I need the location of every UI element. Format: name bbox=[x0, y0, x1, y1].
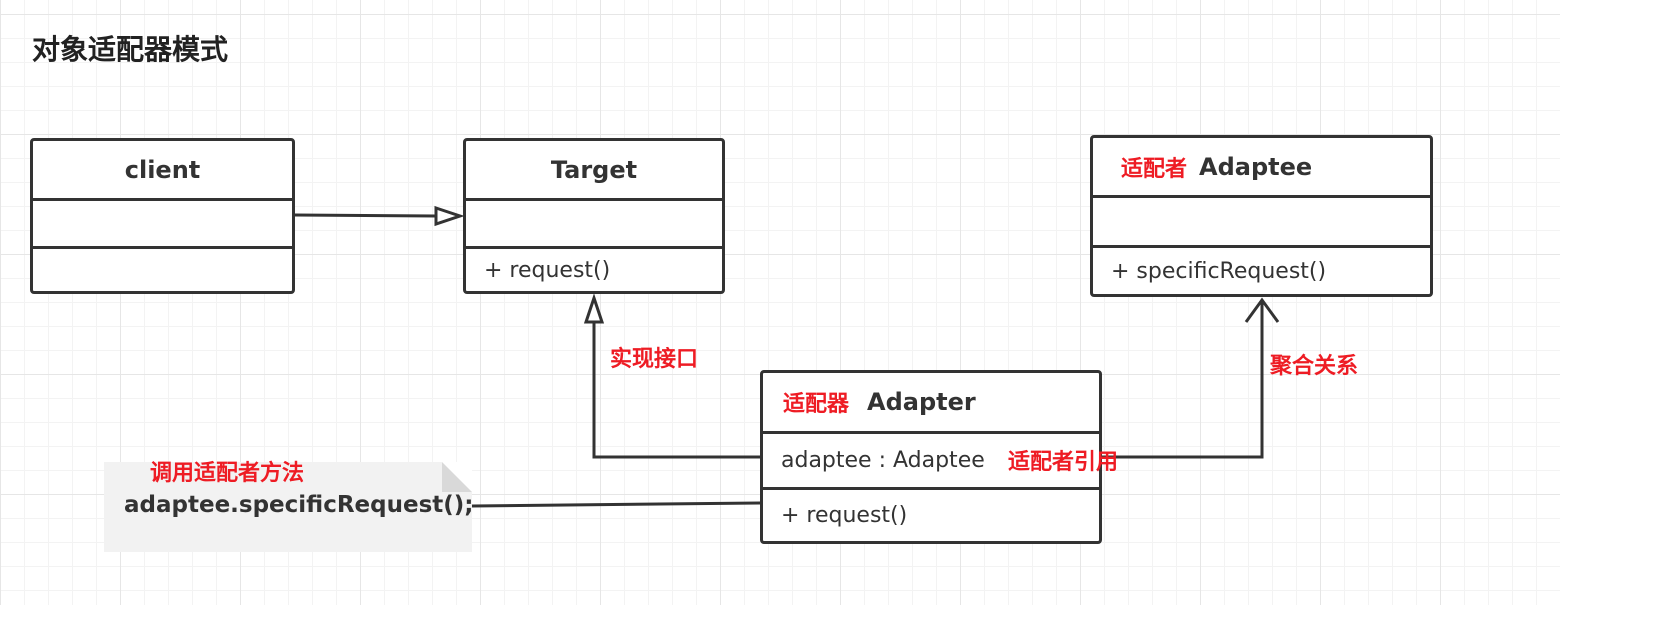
class-adaptee-tag: 适配者 bbox=[1121, 156, 1188, 182]
class-client-methods bbox=[33, 246, 292, 291]
class-adapter-attribute-text: adaptee : Adaptee bbox=[781, 448, 985, 473]
aggregation-label: 聚合关系 bbox=[1270, 354, 1359, 379]
class-client[interactable]: client bbox=[30, 138, 295, 294]
class-client-attributes bbox=[33, 198, 292, 246]
note-label: 调用适配者方法 bbox=[150, 461, 305, 486]
diagram-canvas: 对象适配器模式 client Target + request() 适配者 Ad… bbox=[0, 0, 1655, 631]
class-target-attributes bbox=[466, 198, 722, 246]
class-target-method: + request() bbox=[466, 246, 722, 291]
implements-label: 实现接口 bbox=[610, 347, 699, 372]
class-adaptee-method: + specificRequest() bbox=[1093, 245, 1430, 294]
note-code: adaptee.specificRequest(); bbox=[124, 492, 474, 518]
class-adapter-name: Adapter bbox=[867, 388, 976, 416]
class-target-name: Target bbox=[550, 155, 638, 184]
diagram-title: 对象适配器模式 bbox=[32, 33, 229, 66]
class-adapter-method: + request() bbox=[763, 487, 1099, 541]
class-target[interactable]: Target + request() bbox=[463, 138, 725, 294]
class-adaptee-header: 适配者 Adaptee bbox=[1093, 138, 1430, 195]
class-adaptee[interactable]: 适配者 Adaptee + specificRequest() bbox=[1090, 135, 1433, 297]
class-adaptee-name: Adaptee bbox=[1199, 152, 1313, 181]
note-fold-corner bbox=[442, 462, 472, 492]
class-adapter-header: 适配器 Adapter bbox=[763, 373, 1099, 431]
class-adaptee-attributes bbox=[1093, 195, 1430, 245]
class-client-name: client bbox=[124, 155, 201, 184]
class-adapter-tag: 适配器 bbox=[783, 392, 850, 417]
adaptee-reference-label: 适配者引用 bbox=[1008, 450, 1119, 475]
